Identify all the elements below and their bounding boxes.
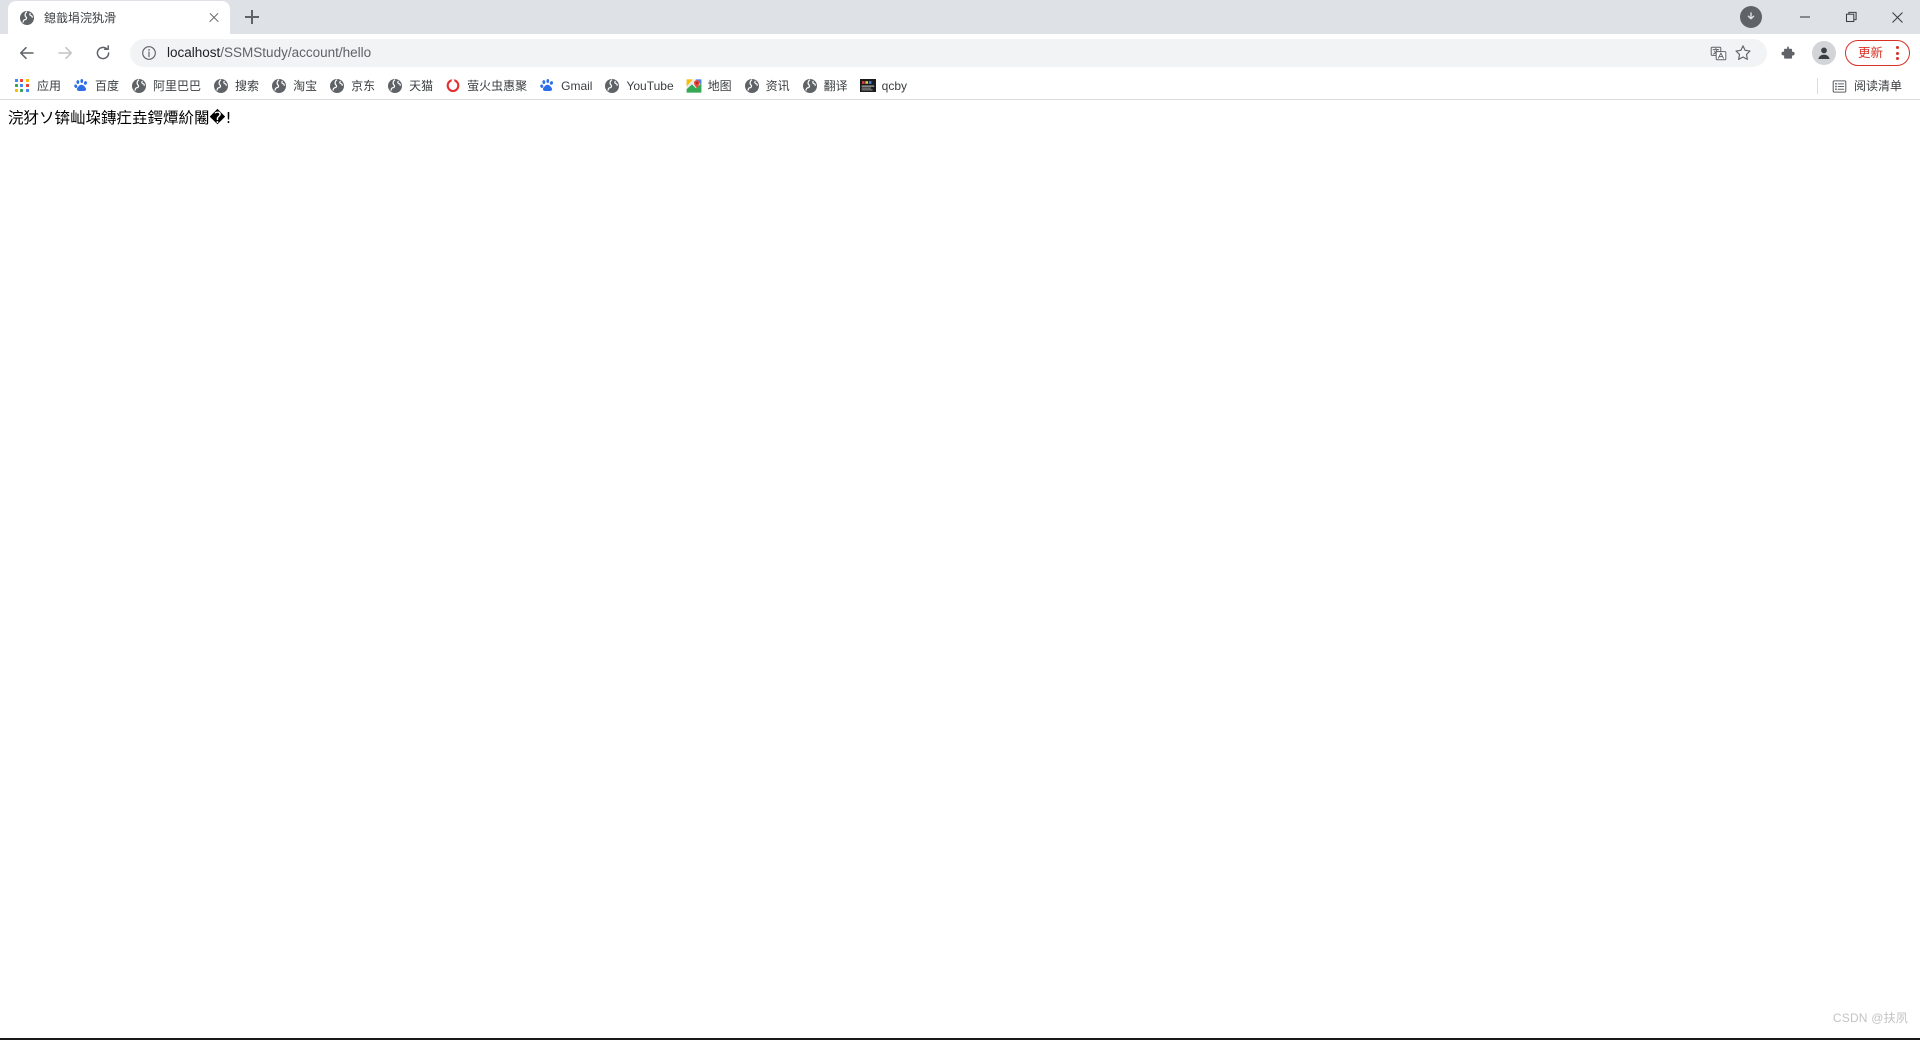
globe-icon xyxy=(131,78,147,94)
bookmark-label: 搜索 xyxy=(235,78,260,93)
bookmark-label: 天猫 xyxy=(409,78,434,93)
dark-thumbnail-icon xyxy=(859,78,876,94)
bookmark-search[interactable]: 搜索 xyxy=(209,75,267,97)
globe-icon xyxy=(744,78,760,94)
baidu-paw-icon xyxy=(539,78,555,94)
globe-icon xyxy=(19,10,35,26)
bookmark-jd[interactable]: 京东 xyxy=(325,75,383,97)
minimize-button[interactable] xyxy=(1782,0,1828,34)
bookmark-tmall[interactable]: 天猫 xyxy=(383,75,441,97)
close-button[interactable] xyxy=(1874,0,1920,34)
info-circle-icon[interactable] xyxy=(141,45,157,61)
puzzle-piece-icon[interactable] xyxy=(1775,38,1805,68)
globe-icon xyxy=(213,78,229,94)
bookmark-yinghuochong[interactable]: 萤火虫惠聚 xyxy=(441,75,535,97)
translate-icon[interactable] xyxy=(1707,41,1731,65)
tab-strip: 鎴戠埍浣犱滑 xyxy=(0,0,1920,34)
bookmark-maps[interactable]: 地图 xyxy=(682,75,740,97)
csdn-watermark: CSDN @扶夙 xyxy=(1832,1011,1908,1025)
bookmarks-bar: 应用 百度 阿里巴巴 搜索 淘宝 京东 天猫 萤火虫惠聚 Gmail YouTu… xyxy=(0,72,1920,100)
url-text: localhost/SSMStudy/account/hello xyxy=(167,45,1699,61)
page-body-text: 浣犲ソ锛屾垜鏄疘垚鍔燂紒闂�! xyxy=(8,109,232,127)
bookmark-label: 地图 xyxy=(707,78,732,93)
globe-icon xyxy=(604,78,620,94)
url-path: /SSMStudy/account/hello xyxy=(220,45,372,60)
globe-icon xyxy=(802,78,818,94)
browser-toolbar: localhost/SSMStudy/account/hello 更新 xyxy=(0,34,1920,72)
bookmark-label: 京东 xyxy=(351,78,376,93)
bookmark-label: 淘宝 xyxy=(293,78,318,93)
bookmark-baidu[interactable]: 百度 xyxy=(69,75,127,97)
bookmark-label: 百度 xyxy=(95,78,120,93)
back-arrow-icon[interactable] xyxy=(12,38,42,68)
maximize-button[interactable] xyxy=(1828,0,1874,34)
divider xyxy=(1816,78,1818,94)
person-avatar-icon[interactable] xyxy=(1809,38,1839,68)
reading-list-button[interactable]: 阅读清单 xyxy=(1828,75,1910,97)
omnibox-actions xyxy=(1707,41,1755,65)
bookmark-label: qcby xyxy=(881,78,908,93)
globe-icon xyxy=(271,78,287,94)
forward-arrow-icon[interactable] xyxy=(50,38,80,68)
apps-grid-icon xyxy=(14,78,30,94)
update-button[interactable]: 更新 xyxy=(1844,40,1910,66)
bookmark-label: 应用 xyxy=(37,78,62,93)
address-bar[interactable]: localhost/SSMStudy/account/hello xyxy=(130,39,1767,67)
red-ring-icon xyxy=(445,78,461,94)
bookmark-youtube[interactable]: YouTube xyxy=(600,75,681,97)
update-label: 更新 xyxy=(1857,46,1883,60)
close-icon[interactable] xyxy=(206,10,222,26)
baidu-paw-icon xyxy=(73,78,89,94)
maps-pin-icon xyxy=(686,78,702,94)
bookmarks-bar-right: 阅读清单 xyxy=(1816,72,1910,100)
bookmark-label: 阿里巴巴 xyxy=(153,78,202,93)
bookmark-apps[interactable]: 应用 xyxy=(10,75,69,97)
bookmark-qcby[interactable]: qcby xyxy=(856,75,915,97)
tab-title: 鎴戠埍浣犱滑 xyxy=(44,10,117,25)
bookmark-news[interactable]: 资讯 xyxy=(740,75,798,97)
bookmark-alibaba[interactable]: 阿里巴巴 xyxy=(127,75,209,97)
globe-icon xyxy=(387,78,403,94)
bookmark-taobao[interactable]: 淘宝 xyxy=(267,75,325,97)
bookmark-label: YouTube xyxy=(626,78,674,93)
new-tab-button[interactable] xyxy=(238,3,266,31)
globe-icon xyxy=(329,78,345,94)
reading-list-icon xyxy=(1832,78,1848,94)
window-controls xyxy=(1740,0,1920,34)
bookmark-label: 萤火虫惠聚 xyxy=(467,78,528,93)
three-dot-menu-icon[interactable] xyxy=(1889,43,1905,63)
bookmark-translate[interactable]: 翻译 xyxy=(798,75,856,97)
url-host: localhost xyxy=(167,45,221,60)
avatar xyxy=(1811,41,1836,65)
bookmark-label: Gmail xyxy=(561,78,593,93)
bookmark-label: 资讯 xyxy=(765,78,790,93)
bookmark-label: 翻译 xyxy=(823,78,848,93)
page-viewport: 浣犲ソ锛屾垜鏄疘垚鍔燂紒闂�! CSDN @扶夙 xyxy=(0,100,1920,1040)
download-badge-icon[interactable] xyxy=(1740,6,1762,28)
browser-tab[interactable]: 鎴戠埍浣犱滑 xyxy=(8,1,230,34)
reading-list-label: 阅读清单 xyxy=(1853,79,1902,93)
bookmark-gmail[interactable]: Gmail xyxy=(535,75,600,97)
star-icon[interactable] xyxy=(1731,41,1755,65)
reload-icon[interactable] xyxy=(88,38,118,68)
